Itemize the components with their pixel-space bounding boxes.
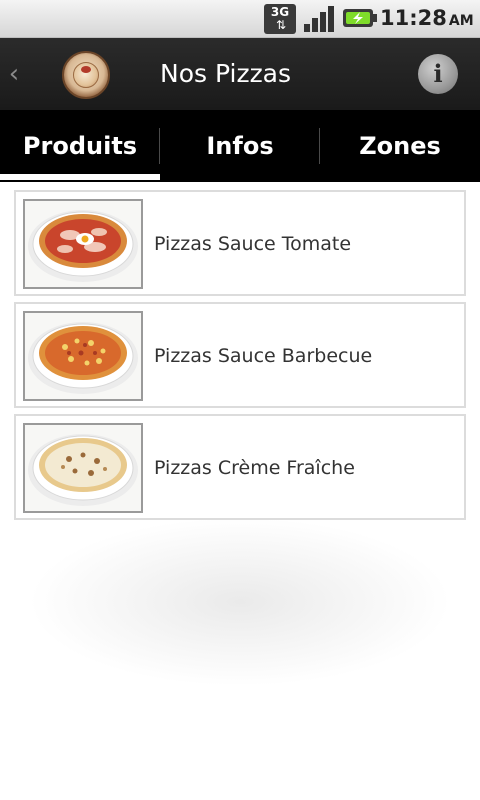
app-header: ‹ Nos Pizzas i (0, 38, 480, 110)
tab-zones[interactable]: Zones (320, 110, 480, 182)
info-icon[interactable]: i (418, 54, 458, 94)
tab-bar: Produits Infos Zones (0, 110, 480, 182)
network-3g-icon: 3G ⇅ (264, 4, 296, 34)
battery-charging-icon (343, 9, 377, 27)
pizza-tomate-image (28, 210, 138, 282)
tab-produits[interactable]: Produits (0, 110, 160, 182)
chevron-left-icon[interactable]: ‹ (4, 56, 24, 92)
pizza-thumbnail (23, 199, 143, 289)
clock: 11:28 AM (380, 6, 476, 34)
list-item[interactable]: Pizzas Crème Fraîche (14, 414, 466, 520)
logo-accent (81, 66, 91, 73)
list-item[interactable]: Pizzas Sauce Barbecue (14, 302, 466, 408)
product-list: Pizzas Sauce Tomate Pizzas Sauce Barbecu… (0, 182, 480, 800)
list-item[interactable]: Pizzas Sauce Tomate (14, 190, 466, 296)
page-title: Nos Pizzas (160, 59, 292, 88)
clock-ampm: AM (448, 13, 474, 29)
tab-infos[interactable]: Infos (160, 110, 320, 182)
network-type-label: 3G (270, 5, 290, 19)
product-label: Pizzas Sauce Tomate (154, 233, 352, 255)
product-label: Pizzas Sauce Barbecue (154, 345, 373, 367)
tab-selected-indicator (0, 174, 160, 180)
clock-time: 11:28 (380, 6, 447, 30)
status-bar: 3G ⇅ 11:28 AM (0, 0, 480, 38)
pizza-creme-image (28, 434, 138, 506)
pizza-thumbnail (23, 311, 143, 401)
restaurant-logo (62, 51, 110, 99)
pizza-barbecue-image (28, 322, 138, 394)
pizza-thumbnail (23, 423, 143, 513)
product-label: Pizzas Crème Fraîche (154, 457, 355, 479)
data-arrows-icon: ⇅ (275, 18, 286, 32)
signal-strength-icon (304, 6, 334, 32)
